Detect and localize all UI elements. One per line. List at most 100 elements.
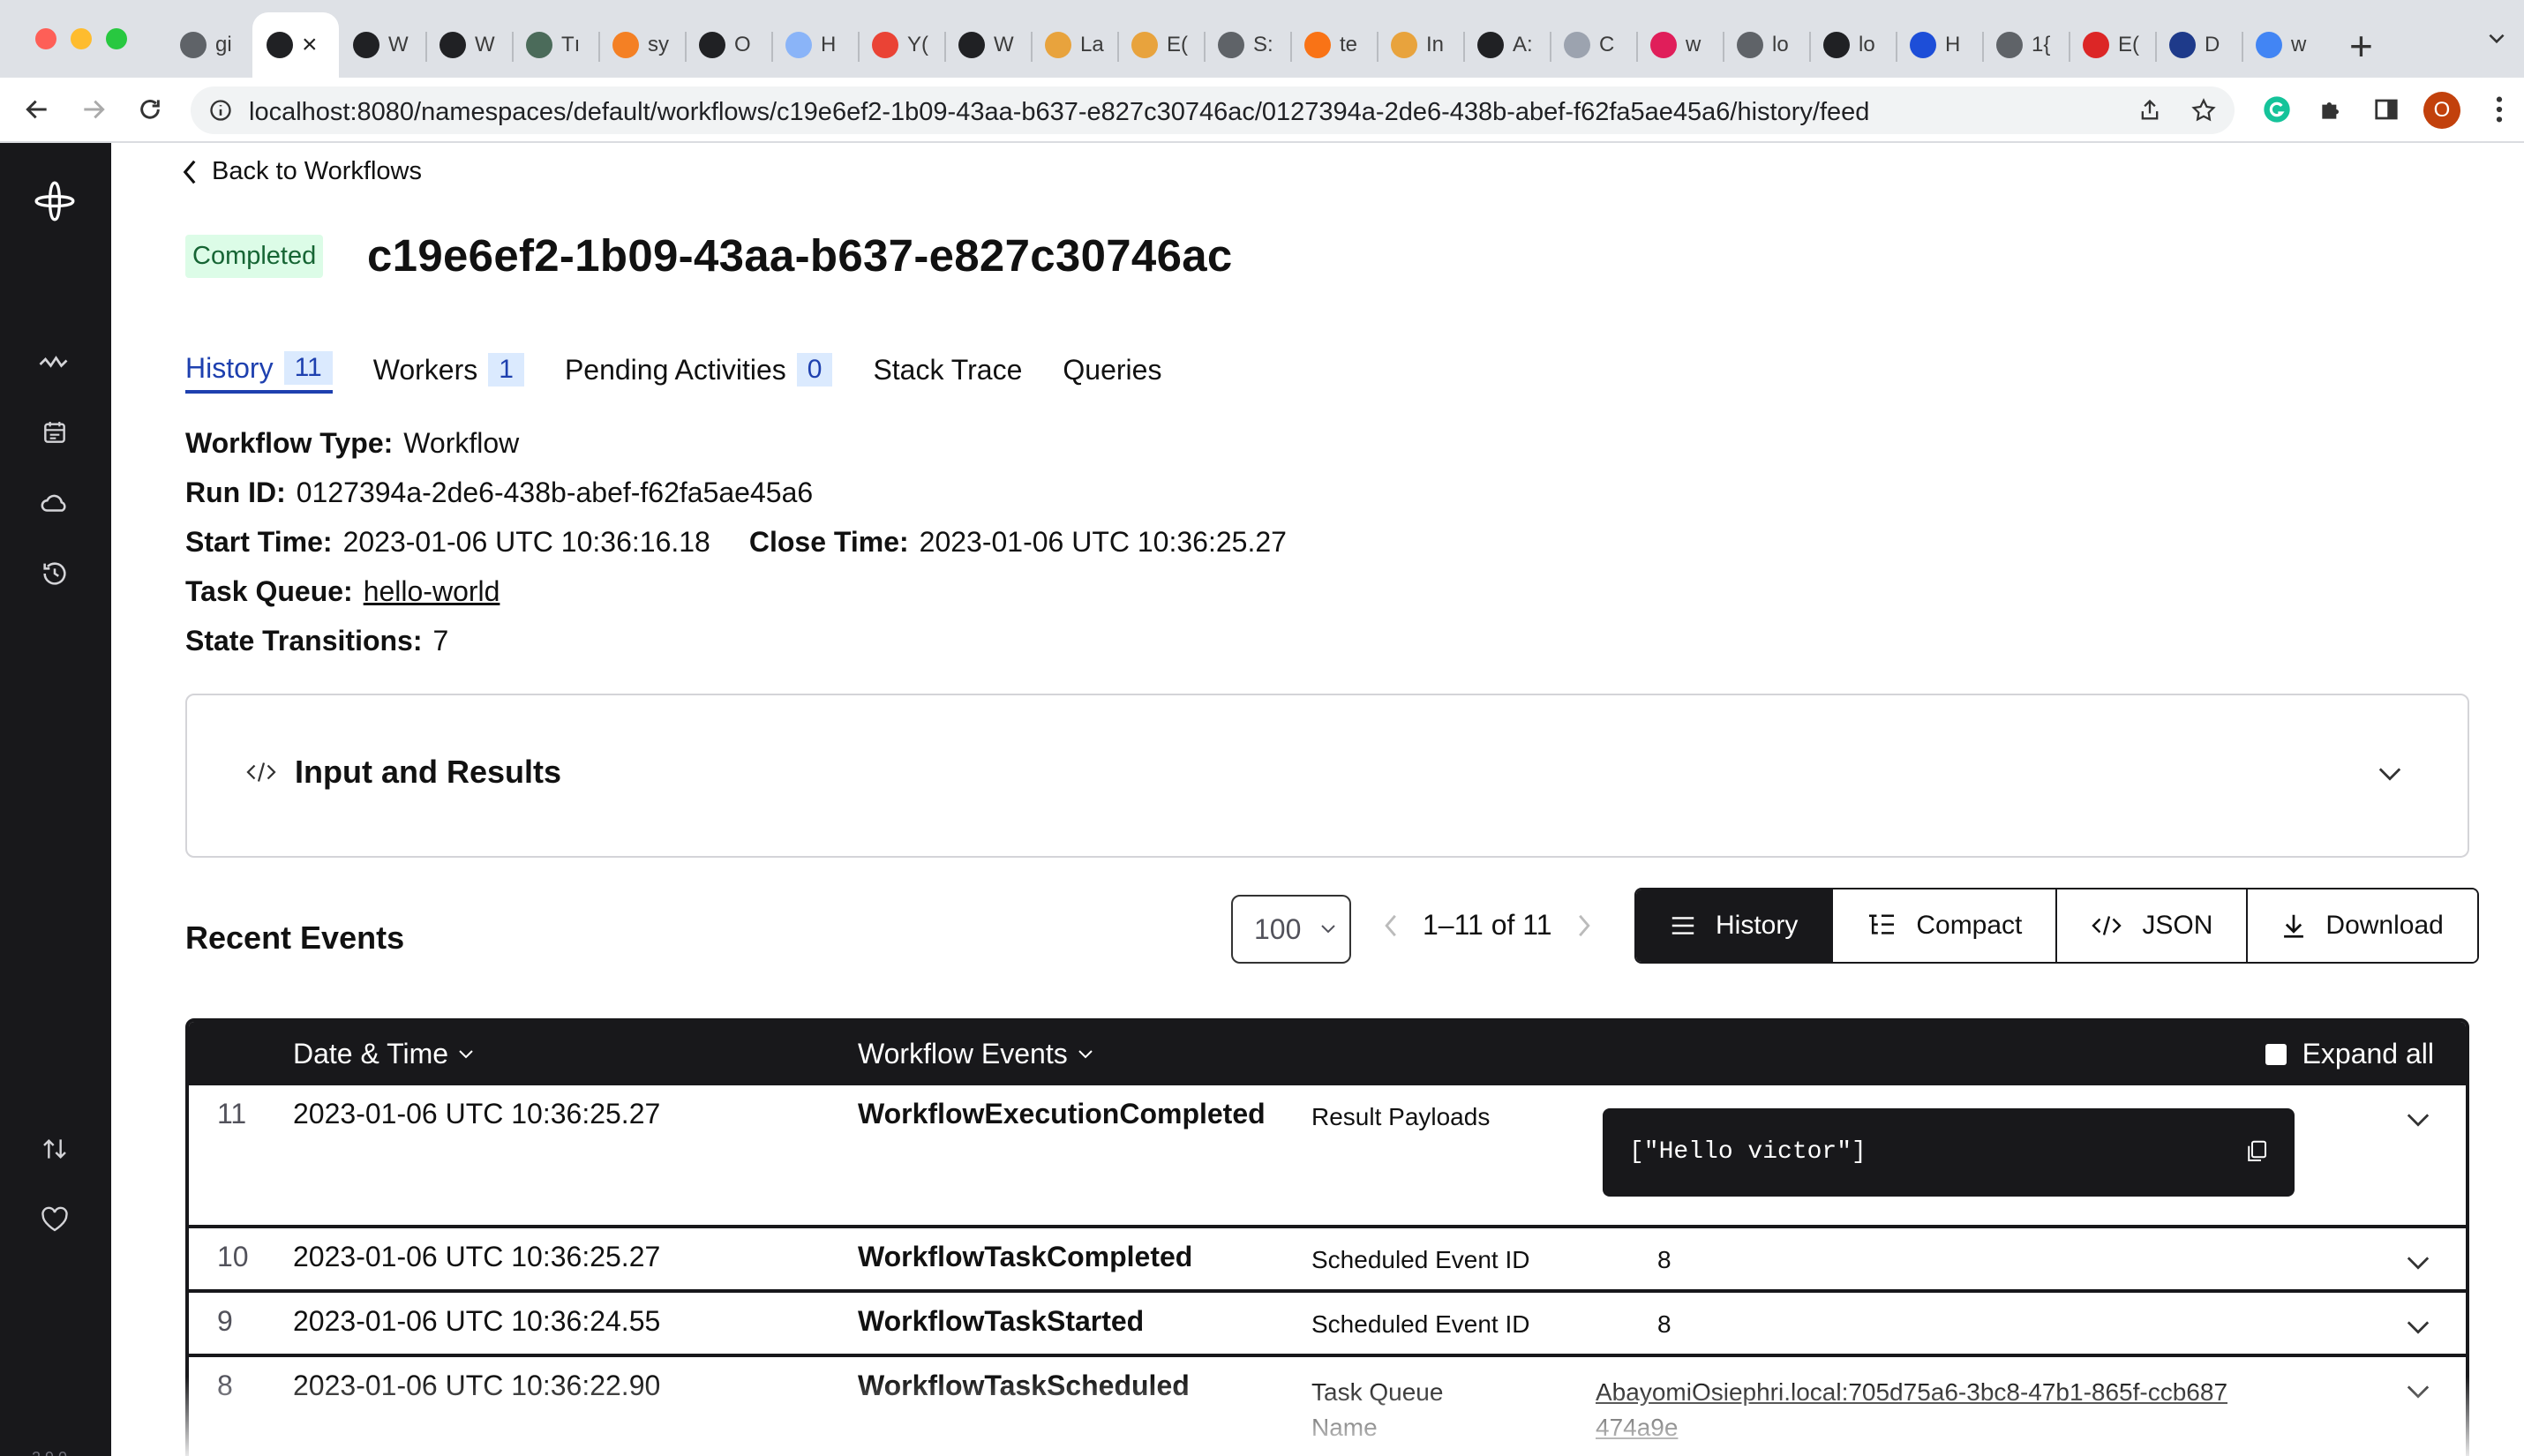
- browser-tab[interactable]: te: [1290, 12, 1377, 78]
- app-version: 2.9.0: [32, 1449, 67, 1456]
- workflow-type-row: Workflow Type: Workflow: [185, 427, 519, 460]
- chevron-down-icon[interactable]: [2406, 1112, 2430, 1128]
- chevron-down-icon[interactable]: [2406, 1255, 2430, 1271]
- browser-tab[interactable]: gi: [166, 12, 252, 78]
- tab-title: E(: [2118, 33, 2139, 56]
- browser-tab[interactable]: E(: [1117, 12, 1204, 78]
- browser-tab[interactable]: A:: [1463, 12, 1550, 78]
- tab-search-chevron-icon[interactable]: [2485, 26, 2508, 54]
- browser-tab[interactable]: ×: [252, 12, 339, 78]
- reload-icon[interactable]: [132, 92, 168, 127]
- tab-favicon-icon: [1391, 32, 1417, 58]
- next-page-icon[interactable]: [1577, 914, 1591, 937]
- chevron-down-icon[interactable]: [2406, 1319, 2430, 1335]
- profile-avatar[interactable]: O: [2423, 92, 2460, 129]
- browser-tabs: gi × W W Tı sy O H Y(W La E(S: te In A: Cw lo lo H 1{E(Dw: [166, 12, 2328, 78]
- share-icon[interactable]: [2137, 98, 2162, 123]
- address-bar[interactable]: localhost:8080/namespaces/default/workfl…: [191, 86, 2235, 134]
- browser-tab[interactable]: S:: [1204, 12, 1290, 78]
- browser-tab[interactable]: sy: [598, 12, 685, 78]
- browser-tab[interactable]: 1{: [1982, 12, 2069, 78]
- forward-arrow-icon[interactable]: [76, 92, 111, 127]
- browser-tab[interactable]: D: [2155, 12, 2242, 78]
- archive-history-icon[interactable]: [35, 554, 74, 593]
- tab-history[interactable]: History 11: [185, 351, 333, 394]
- tab-favicon-icon: [2256, 32, 2282, 58]
- grammarly-extension-icon[interactable]: [2259, 92, 2295, 127]
- temporal-logo-icon[interactable]: [30, 176, 79, 226]
- table-row[interactable]: 10 2023-01-06 UTC 10:36:25.27 WorkflowTa…: [189, 1228, 2466, 1293]
- table-row[interactable]: 8 2023-01-06 UTC 10:36:22.90 WorkflowTas…: [189, 1357, 2466, 1456]
- tab-title: H: [821, 33, 837, 56]
- date-time-column-header[interactable]: Date & Time: [293, 1038, 475, 1070]
- extensions-puzzle-icon[interactable]: [2314, 92, 2349, 127]
- browser-tab[interactable]: E(: [2069, 12, 2155, 78]
- bookmark-star-icon[interactable]: [2190, 97, 2217, 124]
- tab-workers[interactable]: Workers 1: [373, 351, 524, 394]
- browser-tab[interactable]: Tı: [512, 12, 598, 78]
- tab-pending-activities[interactable]: Pending Activities 0: [565, 351, 833, 394]
- run-id-row: Run ID: 0127394a-2de6-438b-abef-f62fa5ae4…: [185, 477, 813, 509]
- tab-stack-trace[interactable]: Stack Trace: [873, 351, 1022, 394]
- browser-tab[interactable]: H: [771, 12, 858, 78]
- schedules-calendar-icon[interactable]: [35, 413, 74, 452]
- event-field-label: Scheduled Event ID: [1311, 1246, 1530, 1273]
- expand-all-checkbox[interactable]: [2265, 1043, 2287, 1065]
- tab-favicon-icon: [1737, 32, 1763, 58]
- tab-title: gi: [215, 33, 232, 56]
- maximize-window-button[interactable]: [106, 28, 127, 49]
- back-to-workflows-link[interactable]: Back to Workflows: [182, 157, 422, 186]
- browser-tab[interactable]: lo: [1723, 12, 1809, 78]
- copy-icon[interactable]: [2243, 1138, 2270, 1165]
- code-icon: [2092, 916, 2122, 935]
- browser-tab[interactable]: O: [685, 12, 771, 78]
- side-panel-icon[interactable]: [2369, 92, 2404, 127]
- expand-all-toggle[interactable]: Expand all: [2265, 1038, 2434, 1070]
- event-datetime: 2023-01-06 UTC 10:36:25.27: [293, 1098, 661, 1130]
- namespaces-cloud-icon[interactable]: [35, 484, 74, 522]
- workflows-nav-icon[interactable]: [35, 342, 74, 381]
- browser-tab[interactable]: Y(: [858, 12, 944, 78]
- task-queue-link[interactable]: hello-world: [364, 575, 500, 607]
- tab-favicon-icon: [267, 32, 293, 58]
- table-row[interactable]: 11 2023-01-06 UTC 10:36:25.27 WorkflowEx…: [189, 1085, 2466, 1228]
- tab-title: w: [2291, 33, 2307, 56]
- browser-tab[interactable]: lo: [1809, 12, 1896, 78]
- workflow-type-value: Workflow: [403, 427, 520, 459]
- new-tab-button[interactable]: +: [2349, 21, 2373, 71]
- tab-queries[interactable]: Queries: [1063, 351, 1161, 394]
- input-and-results-accordion[interactable]: Input and Results: [185, 694, 2469, 858]
- minimize-window-button[interactable]: [71, 28, 92, 49]
- browser-tab[interactable]: w: [1636, 12, 1723, 78]
- browser-tab[interactable]: La: [1031, 12, 1117, 78]
- history-view-button[interactable]: History: [1636, 889, 1832, 962]
- workflow-events-column-header[interactable]: Workflow Events: [858, 1038, 1094, 1070]
- compact-view-button[interactable]: Compact: [1831, 889, 2056, 962]
- site-info-icon[interactable]: [208, 98, 233, 123]
- start-time-value: 2023-01-06 UTC 10:36:16.18: [342, 526, 710, 558]
- feedback-heart-icon[interactable]: [35, 1200, 74, 1239]
- close-tab-icon[interactable]: ×: [302, 30, 318, 60]
- previous-page-icon[interactable]: [1384, 914, 1398, 937]
- browser-tab[interactable]: W: [339, 12, 425, 78]
- browser-tab[interactable]: W: [944, 12, 1031, 78]
- browser-menu-icon[interactable]: [2482, 92, 2517, 127]
- download-button[interactable]: Download: [2246, 889, 2477, 962]
- event-history-table: Date & Time Workflow Events Expand all 1…: [185, 1018, 2469, 1456]
- event-datetime: 2023-01-06 UTC 10:36:22.90: [293, 1370, 661, 1401]
- close-window-button[interactable]: [35, 28, 56, 49]
- import-sort-icon[interactable]: [35, 1130, 74, 1168]
- tab-label: Stack Trace: [873, 353, 1023, 386]
- per-page-select[interactable]: 100: [1231, 895, 1351, 964]
- back-arrow-icon[interactable]: [19, 92, 55, 127]
- browser-tab[interactable]: w: [2242, 12, 2328, 78]
- table-row[interactable]: 9 2023-01-06 UTC 10:36:24.55 WorkflowTas…: [189, 1293, 2466, 1357]
- browser-tab[interactable]: W: [425, 12, 512, 78]
- task-queue-name-link[interactable]: AbayomiOsiephri.local:705d75a6-3bc8-47b1…: [1596, 1375, 2231, 1445]
- browser-tab[interactable]: H: [1896, 12, 1982, 78]
- state-transitions-value: 7: [432, 625, 449, 657]
- browser-tab[interactable]: C: [1550, 12, 1636, 78]
- json-view-button[interactable]: JSON: [2055, 889, 2247, 962]
- chevron-down-icon[interactable]: [2406, 1384, 2430, 1400]
- browser-tab[interactable]: In: [1377, 12, 1463, 78]
